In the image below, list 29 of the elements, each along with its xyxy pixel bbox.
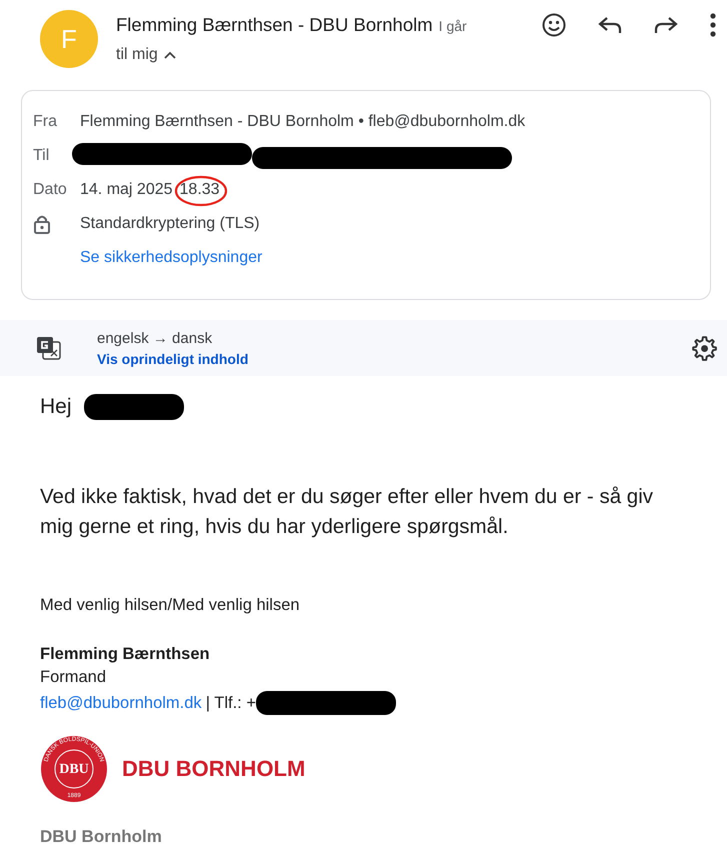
show-original-link[interactable]: Vis oprindeligt indhold: [97, 350, 691, 366]
email-link[interactable]: fleb@dbubornholm.dk: [40, 694, 202, 712]
message-paragraph: Ved ikke faktisk, hvad det er du søger efter eller hvem du er - så giv mig gerne et ring, hvis du har yderligere spørgsmål.: [40, 484, 654, 540]
more-icon[interactable]: [709, 12, 717, 38]
lock-icon: [33, 214, 51, 234]
signature-role: Formand: [40, 668, 108, 687]
translation-languages: engelsk → dansk: [97, 330, 214, 346]
received-time: I går: [438, 18, 467, 34]
emoji-icon[interactable]: [541, 12, 567, 38]
time-value: 18.33: [180, 181, 220, 198]
greeting-text: Hej: [40, 395, 72, 419]
encryption-text: Standardkryptering (TLS): [80, 215, 261, 233]
sender-name: Flemming Bærnthsen - DBU Bornholm: [116, 14, 433, 36]
field-label: Til: [33, 147, 50, 165]
chevron-icon[interactable]: [164, 51, 176, 59]
signature-name: Flemming Bærnthsen: [40, 645, 211, 664]
field-label: Dato: [33, 181, 68, 199]
field-label: Fra: [33, 113, 58, 131]
settings-icon[interactable]: [691, 335, 717, 361]
date-value: 14. maj 2025: [80, 181, 173, 199]
phone-label: | Tlf.: +: [206, 694, 256, 712]
closing-text: Med venlig hilsen/Med venlig hilsen: [40, 596, 301, 615]
organization-name: DBU Bornholm: [40, 827, 163, 847]
security-link[interactable]: Se sikkerhedsoplysninger: [80, 249, 699, 267]
translate-icon: [36, 336, 61, 360]
recipient-summary[interactable]: til mig: [116, 46, 158, 64]
logo-text: DBU BORNHOLM: [122, 756, 306, 782]
sender-avatar: F: [40, 10, 98, 68]
from-value: Flemming Bærnthsen - DBU Bornholm • fleb@dbubornholm.dk: [80, 113, 526, 131]
